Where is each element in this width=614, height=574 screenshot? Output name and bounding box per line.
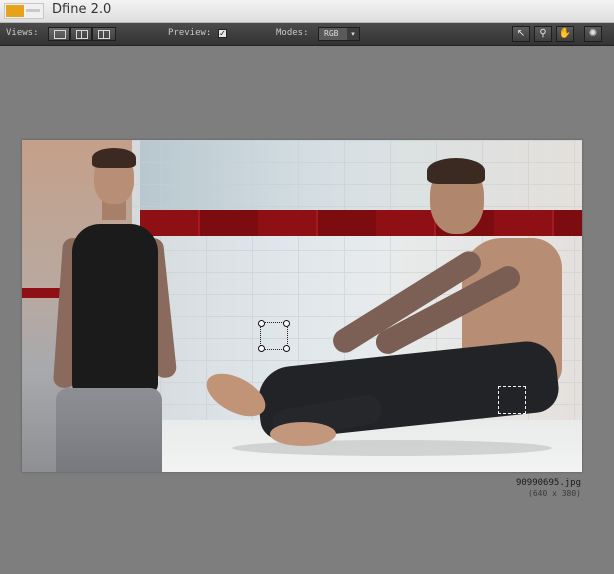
mode-select-value: RGB [324,29,339,38]
resize-handle[interactable] [283,345,290,352]
hand-icon: ✋ [558,28,572,39]
view-side-by-side-button[interactable] [92,27,116,41]
logo-mark-icon [6,5,24,17]
red-tile-band [140,210,582,236]
resize-handle[interactable] [283,320,290,327]
control-point-selected[interactable] [258,320,290,352]
red-tile-band-left [22,288,62,298]
preview-label: Preview: [168,28,212,38]
single-view-icon [54,30,66,39]
window-title: Dfine 2.0 [52,2,112,17]
image-dimensions: (640 x 380) [528,489,581,498]
standing-figure-hair [92,148,136,168]
views-label: Views: [6,28,39,38]
view-single-button[interactable] [48,27,70,41]
lightbulb-icon: ✺ [588,28,598,39]
hand-tool-button[interactable]: ✋ [556,26,574,42]
pointer-tool-button[interactable]: ↖ [512,26,530,42]
side-by-side-view-icon [98,30,110,39]
app-logo [4,3,44,19]
toolbar: Views: Preview: ✓ Modes: RGB ▾ ↖ ⚲ ✋ ✺ [0,23,614,46]
resize-handle[interactable] [258,320,265,327]
tip-tool-button[interactable]: ✺ [584,26,602,42]
modes-label: Modes: [276,28,309,38]
preview-checkbox[interactable]: ✓ [218,29,227,38]
control-point[interactable] [498,386,526,414]
logo-stripe [26,9,40,12]
seated-figure-hair [427,158,485,184]
mode-select[interactable]: RGB ▾ [318,27,360,41]
arrow-pointer-icon: ↖ [516,28,526,39]
standing-figure-legs [56,388,162,472]
resize-handle[interactable] [258,345,265,352]
checkmark-icon: ✓ [219,29,226,38]
zoom-icon: ⚲ [539,28,547,39]
view-split-button[interactable] [70,27,92,41]
title-bar: Dfine 2.0 [0,0,614,23]
standing-figure-torso [72,224,158,394]
image-preview[interactable] [22,140,582,472]
chevron-down-icon: ▾ [347,28,359,40]
image-file-name: 90990695.jpg [515,478,581,488]
seated-figure-foot-floor [270,422,336,446]
zoom-tool-button[interactable]: ⚲ [534,26,552,42]
split-view-icon [76,30,88,39]
